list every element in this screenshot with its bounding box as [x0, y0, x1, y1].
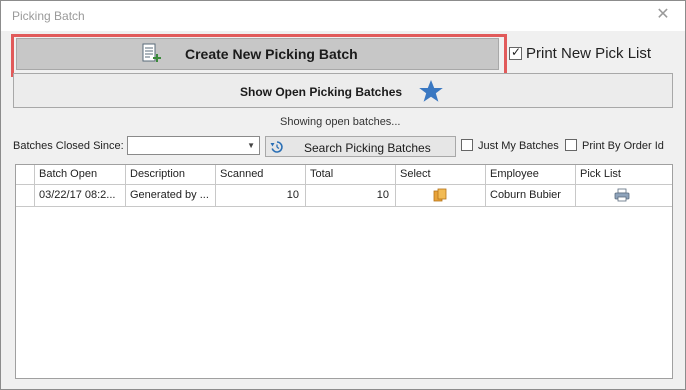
search-button-label: Search Picking Batches: [304, 141, 431, 155]
scanned-cell: 10: [216, 185, 306, 206]
picking-batch-window: Picking Batch ✕ Create New Picking Batch…: [0, 0, 686, 390]
title-bar: Picking Batch ✕: [1, 1, 685, 31]
batches-table: Batch Open Description Scanned Total Sel…: [15, 164, 673, 379]
employee-cell: Coburn Bubier: [486, 185, 576, 206]
print-by-order-id-label: Print By Order Id: [582, 140, 664, 152]
window-title: Picking Batch: [12, 9, 85, 23]
select-cell: [396, 185, 486, 206]
column-header-select[interactable]: Select: [396, 165, 486, 184]
copy-icon[interactable]: [433, 188, 447, 202]
print-by-order-id-checkbox[interactable]: [565, 139, 577, 151]
column-header-pick-list[interactable]: Pick List: [576, 165, 672, 184]
column-header-description[interactable]: Description: [126, 165, 216, 184]
just-my-batches-label: Just My Batches: [478, 140, 559, 152]
printer-icon[interactable]: [614, 188, 630, 202]
column-header-scanned[interactable]: Scanned: [216, 165, 306, 184]
checkmark-icon: ✓: [511, 45, 522, 59]
row-header-corner: [16, 165, 35, 184]
batch-open-cell: 03/22/17 08:2...: [35, 185, 126, 206]
pick-list-cell: [576, 185, 672, 206]
batches-closed-since-label: Batches Closed Since:: [13, 140, 124, 152]
status-text: Showing open batches...: [280, 116, 401, 128]
print-new-pick-list-checkbox[interactable]: ✓: [509, 45, 522, 60]
column-header-total[interactable]: Total: [306, 165, 396, 184]
chevron-down-icon[interactable]: ▼: [247, 141, 255, 150]
show-open-button-label: Show Open Picking Batches: [240, 85, 403, 99]
closed-since-date-picker[interactable]: ▼: [127, 136, 260, 155]
print-new-pick-list-label: Print New Pick List: [526, 45, 652, 62]
just-my-batches-checkbox[interactable]: [461, 139, 473, 151]
refresh-history-icon: [270, 141, 283, 153]
star-icon: [419, 80, 443, 102]
column-header-batch-open[interactable]: Batch Open: [35, 165, 126, 184]
show-open-picking-batches-button[interactable]: Show Open Picking Batches: [13, 73, 673, 108]
table-header: Batch Open Description Scanned Total Sel…: [16, 165, 672, 185]
highlight-outline: [11, 34, 507, 77]
description-cell: Generated by ...: [126, 185, 216, 206]
total-cell: 10: [306, 185, 396, 206]
column-header-employee[interactable]: Employee: [486, 165, 576, 184]
row-selector[interactable]: [16, 185, 35, 206]
close-icon[interactable]: ✕: [653, 5, 673, 25]
table-row[interactable]: 03/22/17 08:2... Generated by ... 10 10 …: [16, 185, 672, 207]
search-picking-batches-button[interactable]: Search Picking Batches: [265, 136, 456, 157]
